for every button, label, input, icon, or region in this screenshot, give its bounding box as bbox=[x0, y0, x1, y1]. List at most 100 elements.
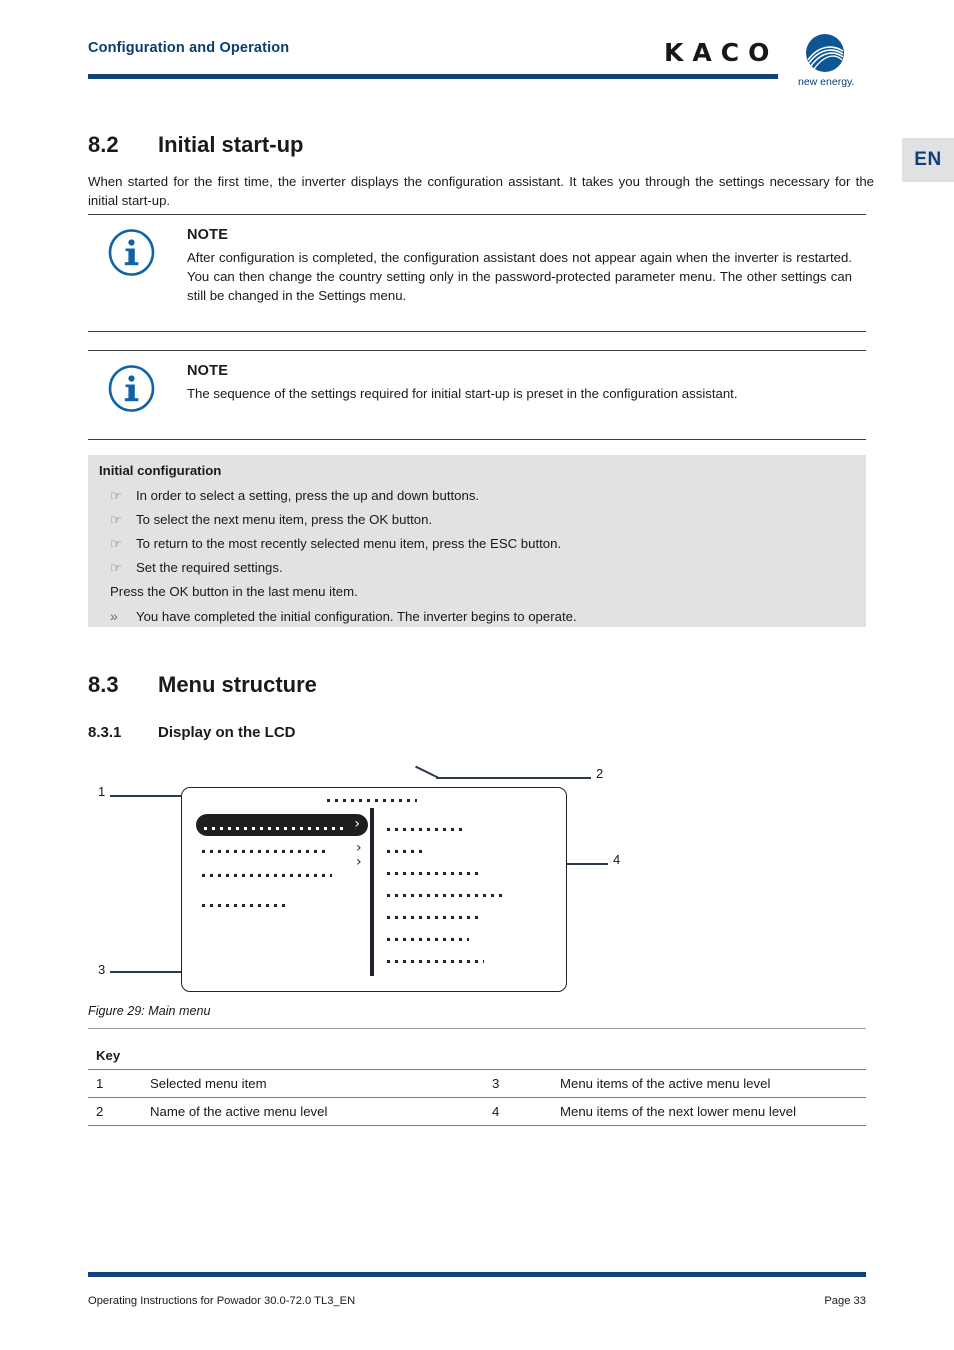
submenu-item[interactable] bbox=[387, 950, 557, 972]
heading-8-3-1-number: 8.3.1 bbox=[88, 724, 122, 741]
menu-item[interactable]: › bbox=[194, 838, 382, 862]
key-index: 1 bbox=[88, 1069, 142, 1098]
chevron-right-icon: › bbox=[354, 816, 360, 832]
figure-caption: Figure 29: Main menu bbox=[88, 1004, 211, 1018]
heading-8-3: 8.3 Menu structure bbox=[88, 672, 317, 698]
menu-item-selected[interactable]: › bbox=[194, 814, 382, 838]
submenu-item-label-placeholder bbox=[387, 894, 505, 897]
key-label: Menu items of the active menu level bbox=[552, 1069, 866, 1098]
hand-pointer-icon: ☞ bbox=[110, 560, 122, 575]
callout-4-number: 4 bbox=[613, 852, 621, 867]
note-block-1: NOTE After configuration is completed, t… bbox=[88, 214, 866, 332]
menu-item-label-placeholder bbox=[202, 904, 288, 907]
hand-pointer-icon: ☞ bbox=[110, 488, 122, 503]
initial-configuration-steps: ☞ In order to select a setting, press th… bbox=[99, 487, 849, 632]
list-item-label: In order to select a setting, press the … bbox=[136, 488, 480, 503]
list-item-label: You have completed the initial configura… bbox=[136, 609, 577, 624]
callout-1-number: 1 bbox=[98, 784, 106, 799]
callout-3-leader bbox=[110, 971, 186, 973]
submenu-item-label-placeholder bbox=[387, 960, 484, 963]
menu-item[interactable]: › bbox=[194, 854, 382, 886]
hand-pointer-icon: ☞ bbox=[110, 536, 122, 551]
submenu-item[interactable] bbox=[387, 840, 557, 862]
heading-8-2-number: 8.2 bbox=[88, 132, 119, 157]
footer-rule bbox=[88, 1272, 866, 1277]
submenu-item[interactable] bbox=[387, 906, 557, 928]
submenu-item[interactable] bbox=[387, 928, 557, 950]
footer-document-title: Operating Instructions for Powador 30.0-… bbox=[88, 1295, 356, 1307]
list-item: ☞ Set the required settings. bbox=[99, 559, 849, 577]
lcd-screen: › › › bbox=[181, 787, 567, 992]
table-row: 1 Selected menu item 3 Menu items of the… bbox=[88, 1069, 866, 1098]
initial-configuration-title: Initial configuration bbox=[99, 463, 222, 478]
menu-item-label-placeholder bbox=[202, 850, 326, 853]
list-item: » You have completed the initial configu… bbox=[99, 607, 849, 626]
submenu-item[interactable] bbox=[387, 862, 557, 884]
list-item: Press the OK button in the last menu ite… bbox=[99, 583, 849, 601]
key-label: Menu items of the next lower menu level bbox=[552, 1097, 866, 1126]
note-2-text: The sequence of the settings required fo… bbox=[187, 386, 738, 401]
list-item: ☞ To return to the most recently selecte… bbox=[99, 535, 849, 553]
logo-tagline: new energy. bbox=[798, 76, 855, 88]
lcd-main-menu-figure: 1 3 2 4 › › › bbox=[88, 762, 866, 994]
key-index: 2 bbox=[88, 1097, 142, 1126]
list-item: ☞ In order to select a setting, press th… bbox=[99, 487, 849, 505]
footer-page-number: Page 33 bbox=[824, 1295, 866, 1307]
heading-8-3-title: Menu structure bbox=[158, 672, 317, 697]
submenu-item[interactable] bbox=[387, 818, 557, 840]
callout-2-leader bbox=[436, 777, 591, 779]
callout-3-number: 3 bbox=[98, 962, 106, 977]
submenu-item-label-placeholder bbox=[387, 872, 482, 875]
heading-8-3-number: 8.3 bbox=[88, 672, 119, 697]
heading-8-2: 8.2 Initial start-up bbox=[88, 132, 303, 158]
key-label: Name of the active menu level bbox=[142, 1097, 484, 1126]
list-item-label: Press the OK button in the last menu ite… bbox=[110, 584, 358, 599]
note-2-body: NOTE The sequence of the settings requir… bbox=[187, 363, 852, 403]
list-item-label: To return to the most recently selected … bbox=[136, 536, 562, 551]
initial-configuration-box: Initial configuration ☞ In order to sele… bbox=[88, 455, 866, 627]
note-2-title: NOTE bbox=[187, 363, 229, 379]
lcd-menu-items-active-level: › › › bbox=[194, 814, 382, 910]
chevron-right-icon: › bbox=[356, 854, 362, 870]
intro-paragraph: When started for the first time, the inv… bbox=[88, 174, 874, 208]
submenu-item[interactable] bbox=[387, 884, 557, 906]
menu-item-label-placeholder bbox=[202, 874, 332, 877]
selected-menu-item-highlight: › bbox=[196, 814, 368, 836]
kaco-circle-logo-icon bbox=[806, 34, 844, 72]
key-index: 4 bbox=[484, 1097, 552, 1126]
lcd-menu-items-lower-level bbox=[387, 818, 557, 972]
list-item: ☞ To select the next menu item, press th… bbox=[99, 511, 849, 529]
language-tab-label: EN bbox=[914, 149, 942, 170]
note-block-2: NOTE The sequence of the settings requir… bbox=[88, 350, 866, 440]
menu-item-label-placeholder bbox=[204, 827, 344, 830]
key-table-title: Key bbox=[96, 1048, 121, 1063]
heading-8-3-1-title: Display on the LCD bbox=[158, 724, 296, 741]
note-1-text: After configuration is completed, the co… bbox=[187, 250, 852, 303]
note-1-title: NOTE bbox=[187, 227, 229, 243]
submenu-item-label-placeholder bbox=[387, 938, 469, 941]
callout-1-leader bbox=[110, 795, 186, 797]
info-icon bbox=[108, 365, 155, 412]
note-1-body: NOTE After configuration is completed, t… bbox=[187, 227, 852, 305]
language-tab-en: EN bbox=[902, 138, 954, 182]
list-item-label: Set the required settings. bbox=[136, 560, 283, 575]
submenu-item-label-placeholder bbox=[387, 916, 478, 919]
key-table: 1 Selected menu item 3 Menu items of the… bbox=[88, 1069, 866, 1126]
heading-8-3-1: 8.3.1 Display on the LCD bbox=[88, 724, 296, 741]
info-icon bbox=[108, 229, 155, 276]
submenu-item-label-placeholder bbox=[387, 828, 464, 831]
menu-item[interactable] bbox=[194, 886, 382, 910]
callout-2-leader-tip bbox=[415, 765, 440, 779]
callout-2-number: 2 bbox=[596, 766, 604, 781]
logo-wordmark: KACO bbox=[664, 38, 779, 67]
list-item-label: To select the next menu item, press the … bbox=[136, 512, 433, 527]
heading-8-2-title: Initial start-up bbox=[158, 132, 304, 157]
submenu-item-label-placeholder bbox=[387, 850, 425, 853]
page-header: Configuration and Operation KACO new ene… bbox=[88, 32, 866, 90]
result-arrow-icon: » bbox=[110, 608, 118, 624]
figure-caption-rule bbox=[88, 1028, 866, 1029]
kaco-logo: KACO new energy. bbox=[664, 32, 866, 90]
header-title: Configuration and Operation bbox=[88, 40, 290, 56]
key-label: Selected menu item bbox=[142, 1069, 484, 1098]
key-index: 3 bbox=[484, 1069, 552, 1098]
